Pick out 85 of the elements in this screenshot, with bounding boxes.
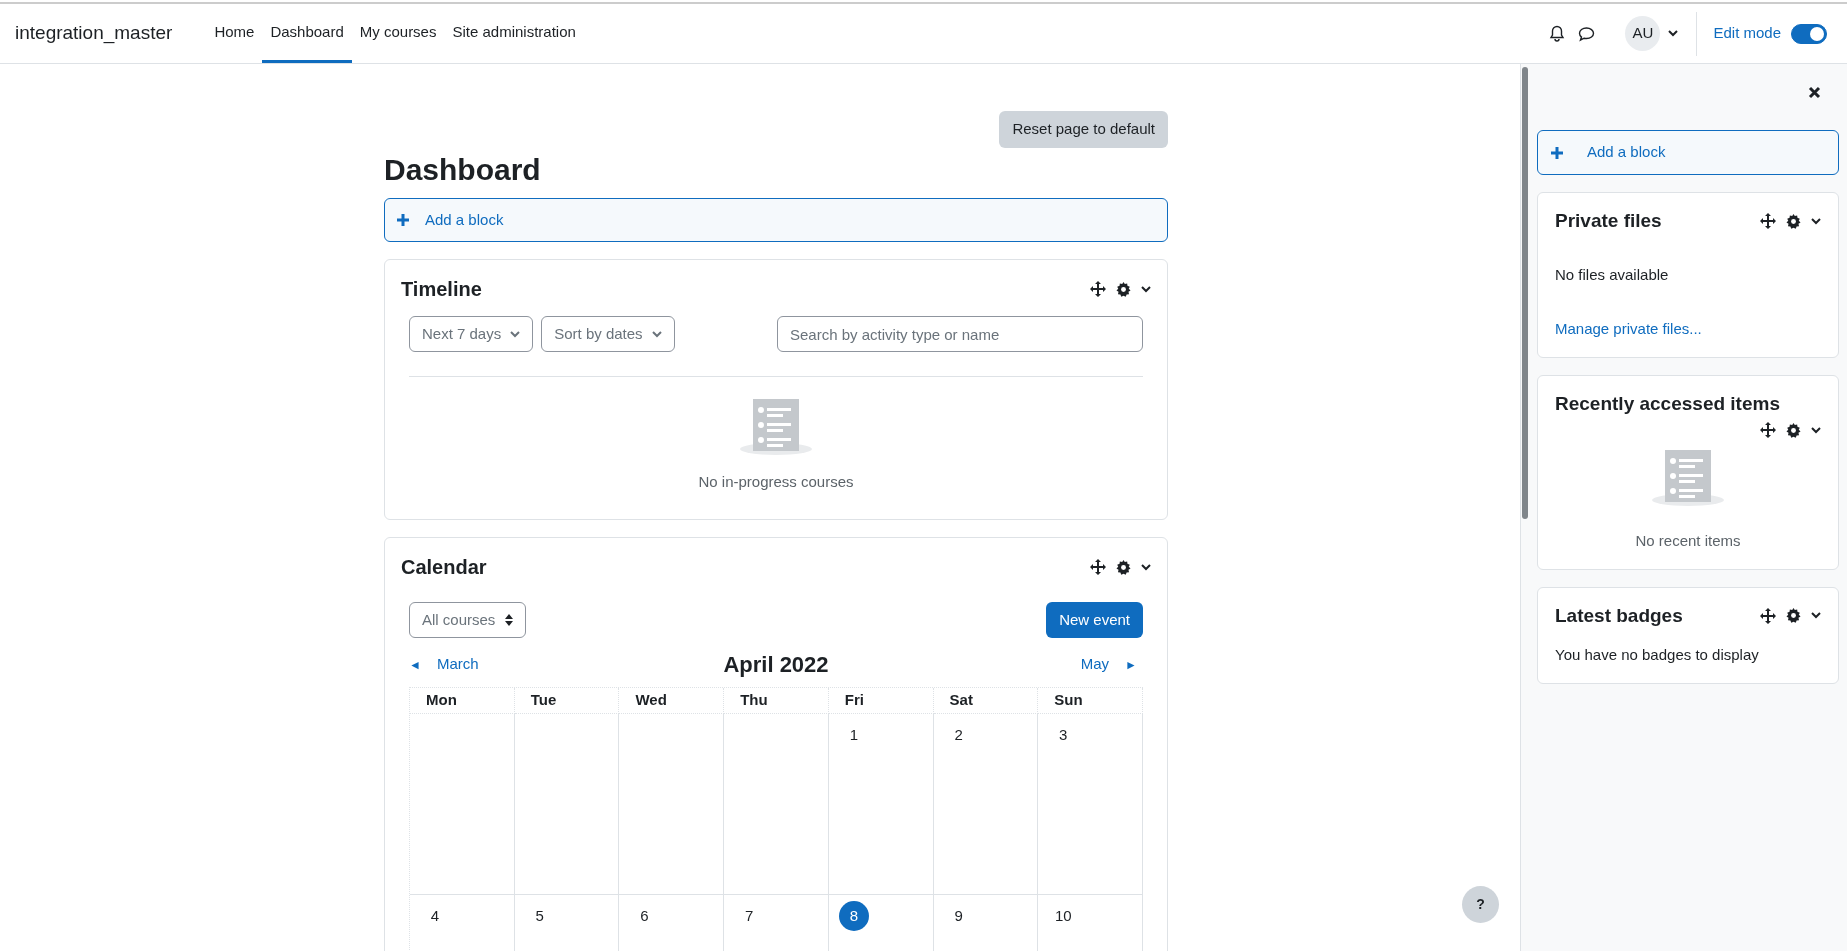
previous-month-link[interactable]: ◄ March	[409, 653, 569, 676]
edit-mode-label: Edit mode	[1713, 23, 1781, 44]
document-list-icon	[740, 397, 812, 457]
block-title: Private files	[1555, 209, 1662, 233]
chevron-down-icon[interactable]	[1141, 285, 1151, 293]
help-button[interactable]: ?	[1462, 886, 1499, 923]
nav-link[interactable]: My courses	[351, 4, 445, 63]
chevron-down-icon[interactable]	[1141, 563, 1151, 571]
move-icon[interactable]	[1090, 559, 1106, 575]
document-list-icon	[1652, 448, 1724, 508]
move-icon[interactable]	[1760, 213, 1776, 230]
day-number[interactable]: 4	[420, 901, 450, 931]
next-arrow-icon[interactable]: ►	[1125, 655, 1137, 674]
previous-arrow-icon[interactable]: ◄	[409, 655, 421, 674]
weekday-header: Thu	[724, 688, 829, 714]
gear-icon[interactable]	[1786, 213, 1801, 229]
chat-bubble-icon[interactable]	[1578, 25, 1596, 42]
close-icon[interactable]	[1808, 86, 1821, 99]
plus-icon	[1551, 146, 1563, 159]
day-number[interactable]: 9	[943, 901, 974, 931]
filter-dropdown[interactable]: Next 7 days	[409, 316, 534, 352]
chevron-down-icon[interactable]	[1811, 426, 1821, 434]
calendar-day[interactable]: 8	[828, 895, 934, 951]
plus-icon	[397, 214, 409, 226]
calendar-day[interactable]: 1	[828, 714, 934, 895]
move-icon[interactable]	[1760, 422, 1776, 438]
weekday-header: Sun	[1038, 688, 1143, 714]
block-title: Latest badges	[1555, 603, 1683, 628]
add-block-button[interactable]: Add a block	[384, 198, 1168, 242]
new-event-button[interactable]: New event	[1046, 602, 1143, 638]
calendar-day[interactable]: 3	[1038, 714, 1143, 895]
day-number[interactable]: 6	[629, 901, 660, 931]
chevron-down-icon[interactable]	[1811, 217, 1821, 225]
day-number[interactable]: 7	[734, 901, 765, 931]
nav-link[interactable]: Dashboard	[262, 4, 352, 63]
weekday-header: Mon	[410, 688, 515, 714]
edit-mode-toggle[interactable]	[1791, 23, 1827, 44]
month-title: April 2022	[722, 651, 830, 679]
filter-dropdown[interactable]: Sort by dates	[541, 316, 675, 352]
block-title: Recently accessed items	[1555, 391, 1780, 416]
calendar-day[interactable]: 6	[619, 895, 725, 951]
chevron-down-icon[interactable]	[1811, 612, 1821, 620]
weekday-header: Sat	[933, 688, 1039, 714]
day-number[interactable]: 5	[524, 901, 555, 931]
add-block-button[interactable]: Add a block	[1537, 130, 1839, 175]
block-message: You have no badges to display	[1555, 645, 1760, 665]
move-icon[interactable]	[1090, 281, 1106, 297]
reset-button[interactable]: Reset page to default	[999, 111, 1168, 148]
day-number[interactable]: 8	[838, 901, 869, 931]
manage-files-link[interactable]: Manage private files...	[1555, 318, 1821, 341]
weekday-header: Fri	[828, 688, 934, 714]
weekday-header: Wed	[619, 688, 725, 714]
site-name[interactable]: integration_master	[15, 19, 173, 48]
day-number[interactable]: 2	[943, 720, 974, 750]
page-title: Dashboard	[384, 152, 542, 188]
day-number[interactable]: 3	[1048, 720, 1079, 750]
gear-icon[interactable]	[1116, 281, 1131, 297]
block-title: Calendar	[401, 555, 487, 580]
nav-link[interactable]: Site administration	[444, 4, 584, 63]
next-month-link[interactable]: May ►	[983, 653, 1143, 676]
search-field[interactable]: Search by activity type or name	[777, 316, 1143, 352]
course-filter-dropdown[interactable]: All courses	[409, 602, 527, 638]
sort-arrows-icon	[505, 614, 514, 626]
gear-icon[interactable]	[1786, 422, 1801, 438]
calendar-day[interactable]: 10	[1038, 895, 1143, 951]
gear-icon[interactable]	[1786, 608, 1801, 624]
move-icon[interactable]	[1760, 607, 1776, 624]
empty-message: No recent items	[1635, 531, 1741, 551]
chevron-down-icon[interactable]	[1668, 30, 1679, 37]
block-title: Timeline	[401, 277, 482, 302]
calendar-day[interactable]: 9	[933, 895, 1039, 951]
calendar-day[interactable]: 2	[933, 714, 1039, 895]
calendar-day[interactable]: 4	[410, 895, 515, 951]
nav-link[interactable]: Home	[206, 4, 263, 63]
scrollbar[interactable]	[1522, 67, 1528, 519]
calendar-day[interactable]: 7	[724, 895, 829, 951]
block-message: No files available	[1555, 264, 1670, 285]
empty-message: No in-progress courses	[698, 472, 854, 492]
day-number[interactable]: 10	[1048, 901, 1079, 931]
calendar-day[interactable]: 5	[514, 895, 620, 951]
day-number[interactable]: 1	[838, 720, 869, 750]
weekday-header: Tue	[514, 688, 620, 714]
gear-icon[interactable]	[1116, 559, 1131, 575]
user-avatar[interactable]: AU	[1625, 16, 1661, 51]
bell-icon[interactable]	[1549, 25, 1566, 42]
